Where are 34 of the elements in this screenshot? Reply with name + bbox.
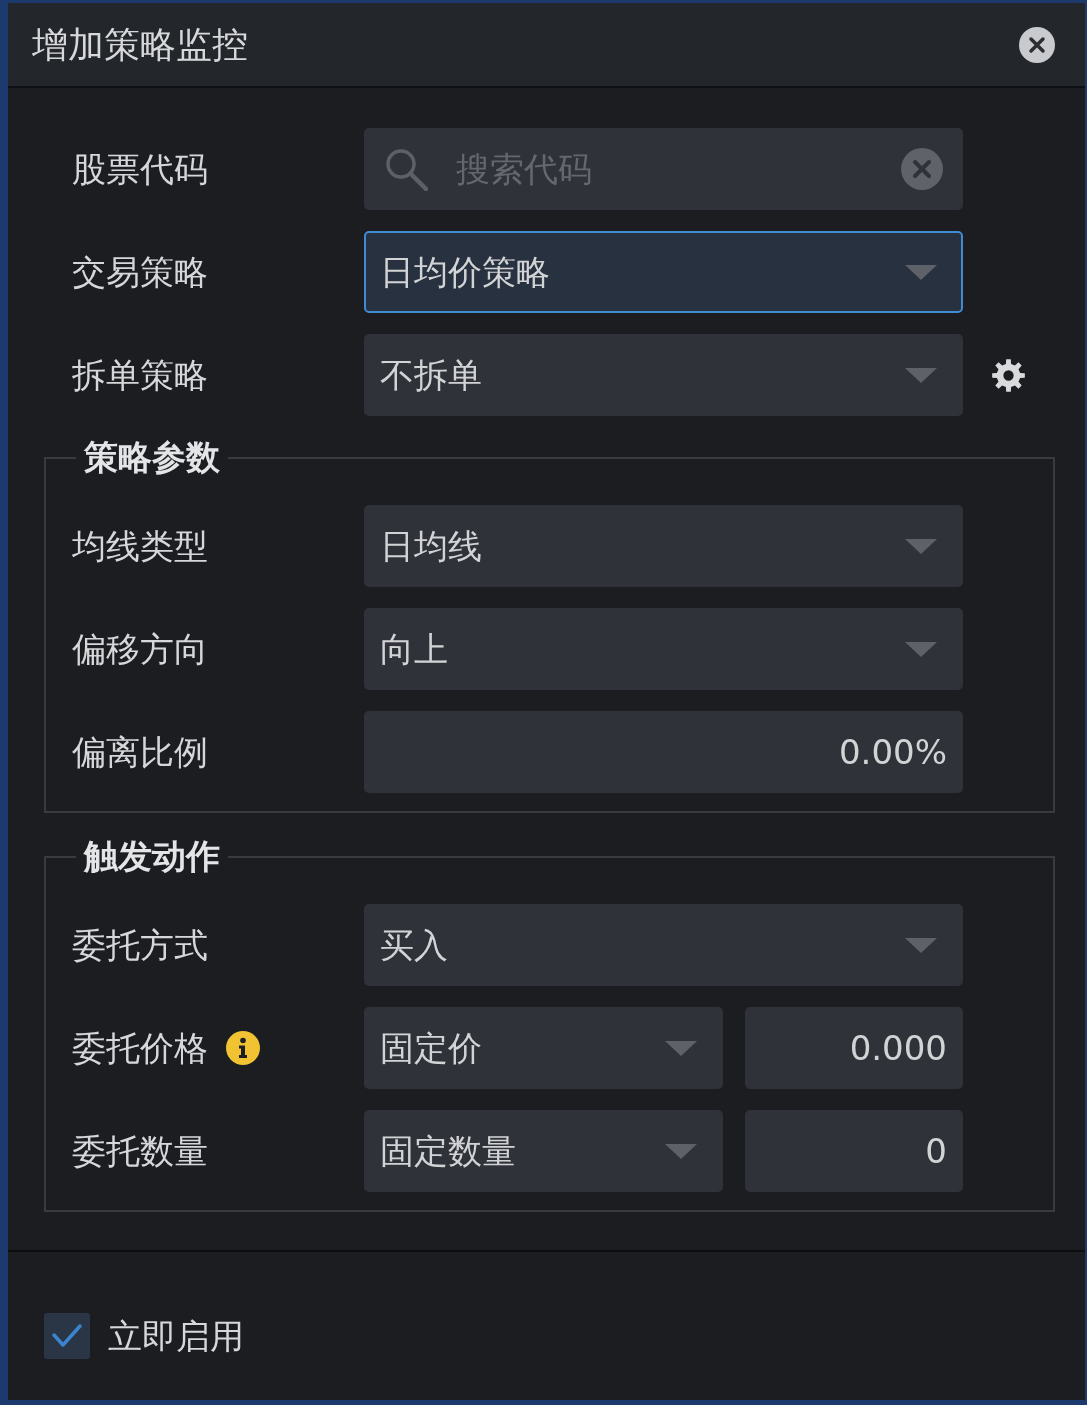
caret-icon — [905, 367, 937, 383]
dropdown[interactable]: 向上 — [364, 608, 963, 690]
field-label: 均线类型 — [72, 525, 208, 567]
field-label: 委托方式 — [72, 924, 208, 966]
input-field[interactable]: 0.000 — [745, 1007, 963, 1089]
field-label: 拆单策略 — [72, 354, 208, 396]
info-icon[interactable] — [226, 1031, 260, 1065]
checkbox-label[interactable]: 立即启用 — [108, 1313, 244, 1359]
close-icon[interactable] — [1019, 26, 1055, 63]
dropdown[interactable]: 日均线 — [364, 505, 963, 587]
caret-icon — [905, 937, 937, 953]
dropdown[interactable]: 不拆单 — [364, 334, 963, 416]
field-label: 偏移方向 — [72, 628, 208, 670]
caret-icon — [905, 641, 937, 657]
dropdown[interactable]: 固定数量 — [364, 1110, 723, 1192]
caret-icon — [905, 264, 937, 280]
field-label: 偏离比例 — [72, 731, 208, 773]
dropdown[interactable]: 日均价策略 — [364, 231, 963, 313]
caret-icon — [905, 538, 937, 554]
dropdown[interactable]: 买入 — [364, 904, 963, 986]
input-field[interactable]: 0 — [745, 1110, 963, 1192]
caret-icon — [665, 1143, 697, 1159]
field-label: 交易策略 — [72, 251, 208, 293]
dropdown[interactable]: 固定价 — [364, 1007, 723, 1089]
window-title: 增加策略监控 — [32, 22, 248, 67]
caret-icon — [665, 1040, 697, 1056]
field-label: 股票代码 — [72, 148, 208, 190]
check-icon — [51, 1322, 83, 1350]
settings-icon[interactable] — [992, 358, 1025, 392]
field-label: 委托数量 — [72, 1130, 208, 1172]
input-field[interactable]: 0.00% — [364, 711, 963, 793]
search-icon — [384, 147, 428, 191]
field-label: 委托价格 — [72, 1027, 208, 1069]
checkbox[interactable] — [44, 1313, 90, 1359]
